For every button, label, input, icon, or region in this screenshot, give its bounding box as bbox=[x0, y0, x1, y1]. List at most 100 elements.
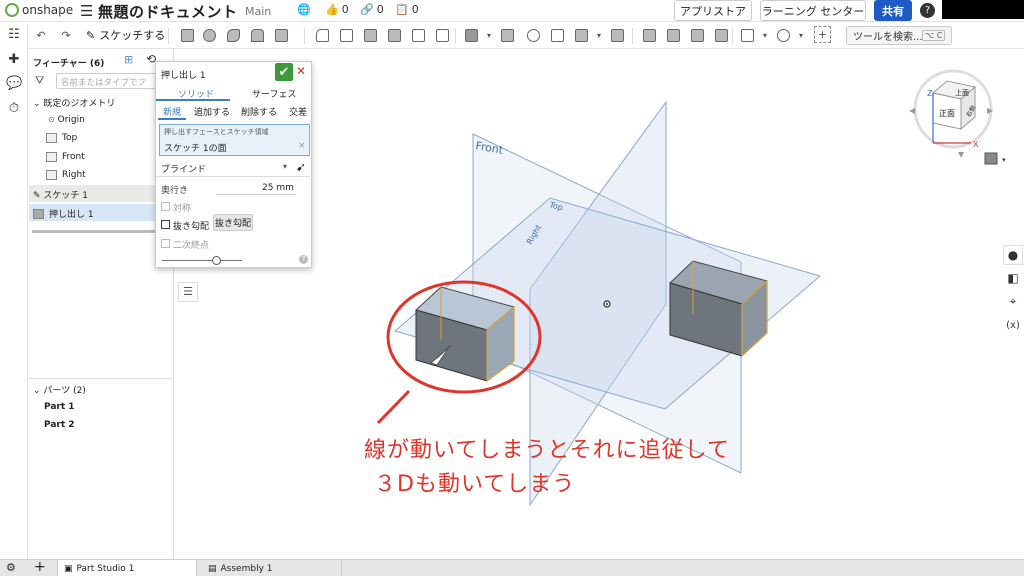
part-item[interactable]: Part 1 bbox=[44, 402, 75, 412]
assembly-icon: ▤ bbox=[208, 563, 217, 574]
part-item[interactable]: Part 2 bbox=[44, 420, 75, 430]
measure-icon[interactable]: ⌖ bbox=[1003, 291, 1023, 311]
delete-part-icon[interactable] bbox=[608, 26, 626, 44]
sketch-button[interactable]: ✎ スケッチする bbox=[86, 27, 165, 43]
boolean-icon[interactable] bbox=[524, 26, 542, 44]
link-count[interactable]: 🔗 0 bbox=[360, 3, 384, 16]
annotation-text-line1: 線が動いてしまうとそれに追従して bbox=[364, 438, 731, 463]
undo-icon[interactable]: ↶ bbox=[32, 26, 50, 44]
like-count[interactable]: 👍 0 bbox=[325, 3, 349, 16]
plane-item-top[interactable]: Top bbox=[46, 133, 77, 143]
thicken-icon[interactable] bbox=[272, 26, 290, 44]
origin-dot bbox=[606, 303, 608, 305]
extrude-icon[interactable] bbox=[178, 26, 196, 44]
tab-assembly[interactable]: ▤ Assembly 1 bbox=[202, 560, 342, 576]
split-icon[interactable] bbox=[548, 26, 566, 44]
tab-part-studio[interactable]: ▣ Part Studio 1 bbox=[57, 560, 197, 576]
copy-icon: 📋 bbox=[395, 3, 409, 16]
filter-icon[interactable]: ⛛ bbox=[35, 74, 44, 88]
plane-icon bbox=[46, 133, 57, 143]
document-title[interactable]: 無題のドキュメント bbox=[98, 1, 238, 22]
chevron-down-icon[interactable]: ▾ bbox=[756, 26, 774, 44]
pencil-icon: ✎ bbox=[86, 28, 96, 42]
feature-list-icon[interactable]: ☷ bbox=[6, 27, 22, 43]
second-end-checkbox[interactable] bbox=[161, 239, 170, 248]
plane-icon bbox=[46, 152, 57, 162]
hole-icon[interactable] bbox=[433, 26, 451, 44]
appearance-icon[interactable]: ● bbox=[1003, 245, 1023, 265]
globe-icon[interactable]: 🌐 bbox=[297, 3, 311, 16]
default-geometry-toggle[interactable]: ⌄ 既定のジオメトリ bbox=[33, 96, 115, 109]
history-icon[interactable]: ⏱ bbox=[6, 101, 22, 117]
help-icon[interactable]: ? bbox=[920, 3, 935, 18]
left-rail: ☷ ✚ 💬 ⏱ bbox=[0, 23, 28, 576]
section-view-icon[interactable]: ◧ bbox=[1003, 268, 1023, 288]
custom-variables-icon[interactable]: (x) bbox=[1003, 315, 1023, 335]
orbit-arrow-icon[interactable]: ▶ bbox=[987, 106, 994, 115]
origin-icon: ⊙ bbox=[48, 115, 55, 124]
comments-icon[interactable]: 💬 bbox=[6, 76, 22, 92]
copy-count[interactable]: 📋 0 bbox=[395, 3, 419, 16]
onshape-window: onshape ☰ 無題のドキュメント Main 🌐 👍 0 🔗 0 📋 0 アプリス… bbox=[0, 0, 1024, 576]
shell-icon[interactable] bbox=[409, 26, 427, 44]
draft-icon[interactable] bbox=[361, 26, 379, 44]
pencil-icon: ✎ bbox=[33, 191, 41, 201]
move-face-icon[interactable] bbox=[640, 26, 658, 44]
sheet-metal-icon[interactable] bbox=[712, 26, 730, 44]
fillet-icon[interactable] bbox=[313, 26, 331, 44]
add-custom-feature-icon[interactable]: + bbox=[814, 26, 831, 43]
loft-icon[interactable] bbox=[248, 26, 266, 44]
feature-list-scrollbar[interactable] bbox=[32, 230, 157, 233]
view-cube[interactable]: 上面 正面 右側 Z X ▼ ◀ ▶ bbox=[909, 69, 994, 159]
extrude-icon bbox=[33, 208, 44, 219]
onshape-logo-icon[interactable] bbox=[5, 3, 19, 17]
parts-toggle[interactable]: ⌄ パーツ (2) bbox=[33, 383, 86, 396]
symmetric-checkbox[interactable] bbox=[161, 202, 170, 211]
chevron-down-icon[interactable]: ▾ bbox=[1002, 156, 1006, 164]
replace-face-icon[interactable] bbox=[664, 26, 682, 44]
redo-icon[interactable]: ↷ bbox=[57, 26, 75, 44]
menu-icon[interactable]: ☰ bbox=[80, 2, 93, 20]
display-mode-icon[interactable] bbox=[984, 152, 998, 165]
brand-name[interactable]: onshape bbox=[22, 3, 73, 17]
share-button[interactable]: 共有 bbox=[874, 0, 912, 21]
revolve-icon[interactable] bbox=[200, 26, 218, 44]
rib-icon[interactable] bbox=[385, 26, 403, 44]
toolbar-divider bbox=[732, 28, 733, 44]
chamfer-icon[interactable] bbox=[337, 26, 355, 44]
plane-icon[interactable] bbox=[738, 26, 756, 44]
chevron-down-icon[interactable]: ▾ bbox=[792, 26, 810, 44]
tab-manager-icon[interactable]: ⚙ bbox=[6, 561, 16, 574]
feature-filter-input[interactable]: 名前またはタイプでフ bbox=[56, 73, 156, 89]
mirror-icon[interactable] bbox=[498, 26, 516, 44]
sketch-item[interactable]: ✎ スケッチ 1 bbox=[33, 188, 88, 201]
plane-item-right[interactable]: Right bbox=[46, 170, 86, 180]
chevron-down-icon[interactable]: ▾ bbox=[590, 26, 608, 44]
chevron-down-icon[interactable]: ▾ bbox=[480, 26, 498, 44]
workspace-name[interactable]: Main bbox=[245, 5, 271, 18]
annotation-text-line2: ３Dも動いてしまう bbox=[374, 472, 576, 497]
transform-icon[interactable] bbox=[572, 26, 590, 44]
draft-checkbox[interactable] bbox=[161, 220, 170, 229]
chevron-down-icon: ⌄ bbox=[33, 386, 41, 396]
add-tab-button[interactable]: + bbox=[34, 559, 46, 575]
toolbar-divider bbox=[168, 28, 169, 44]
mate-connector-icon[interactable] bbox=[774, 26, 792, 44]
variables-icon[interactable]: ✚ bbox=[6, 52, 22, 68]
cube-top-label: 上面 bbox=[955, 88, 969, 97]
app-store-button[interactable]: アプリストア bbox=[674, 0, 752, 21]
extrude-item[interactable]: 押し出し 1 bbox=[33, 207, 94, 220]
learning-center-button[interactable]: ラーニング センター bbox=[760, 0, 866, 21]
offset-surface-icon[interactable] bbox=[688, 26, 706, 44]
orbit-arrow-icon[interactable]: ▼ bbox=[958, 150, 965, 159]
like-icon: 👍 bbox=[325, 3, 339, 16]
pattern-icon[interactable] bbox=[462, 26, 480, 44]
display-mode-menu[interactable]: ▾ bbox=[984, 152, 1006, 165]
x-axis-label: X bbox=[973, 140, 979, 149]
add-folder-icon[interactable]: ⊞ bbox=[124, 53, 133, 66]
sweep-icon[interactable] bbox=[224, 26, 242, 44]
orbit-arrow-icon[interactable]: ◀ bbox=[909, 106, 916, 115]
plane-item-front[interactable]: Front bbox=[46, 152, 85, 162]
origin-item[interactable]: ⊙ Origin bbox=[48, 115, 85, 125]
graphics-viewport[interactable]: Front Top Right 上面 正面 右側 Z X ▼ ◀ ▶ ▾ bbox=[175, 49, 1024, 559]
